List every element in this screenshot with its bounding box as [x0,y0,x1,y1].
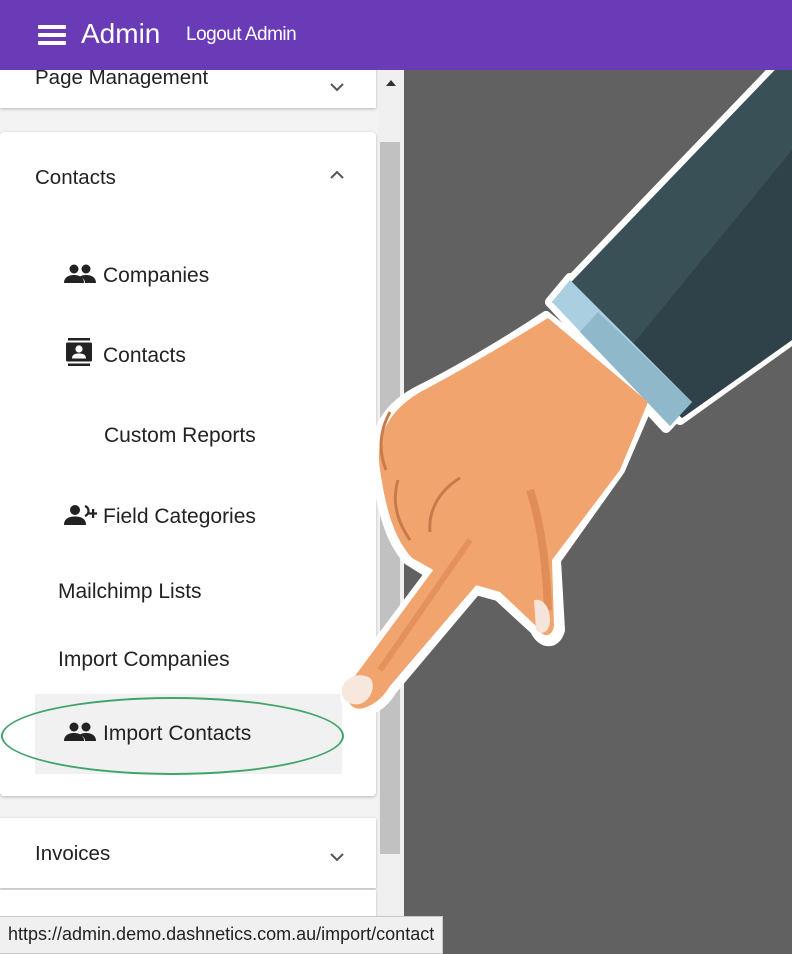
logout-link[interactable]: Logout Admin [186,24,297,46]
contact-book-icon [63,338,97,367]
panel-title-contacts[interactable]: Contacts [35,166,116,190]
nav-item-label: Field Categories [103,505,256,528]
nav-item-import-companies[interactable]: Import Companies [58,640,230,680]
panel-title-invoices: Invoices [35,842,111,865]
nav-item-field-categories[interactable]: Field Categories [63,497,256,537]
hamburger-icon[interactable] [38,25,66,45]
nav-item-contacts[interactable]: Contacts [63,336,186,376]
person-add-icon [63,503,97,527]
pointing-hand-illustration [340,45,792,718]
app-header: Admin Logout Admin [0,0,792,70]
highlight-ring [1,697,344,775]
panel-invoices[interactable]: Invoices [0,818,376,888]
nav-item-label: Contacts [103,344,186,367]
nav-item-mailchimp-lists[interactable]: Mailchimp Lists [58,572,202,612]
nav-item-label: Companies [103,264,210,287]
app-title: Admin [81,18,161,49]
people-icon [63,262,97,286]
nav-item-label: Mailchimp Lists [58,580,202,603]
nav-item-companies[interactable]: Companies [63,256,209,296]
status-bar-url: https://admin.demo.dashnetics.com.au/imp… [0,916,444,954]
panel-title-page-management: Page Management [35,70,209,89]
chevron-down-icon[interactable] [328,848,346,866]
nav-item-label: Custom Reports [104,424,256,447]
nav-item-label: Import Companies [58,648,230,671]
nav-item-custom-reports[interactable]: Custom Reports [104,416,256,456]
